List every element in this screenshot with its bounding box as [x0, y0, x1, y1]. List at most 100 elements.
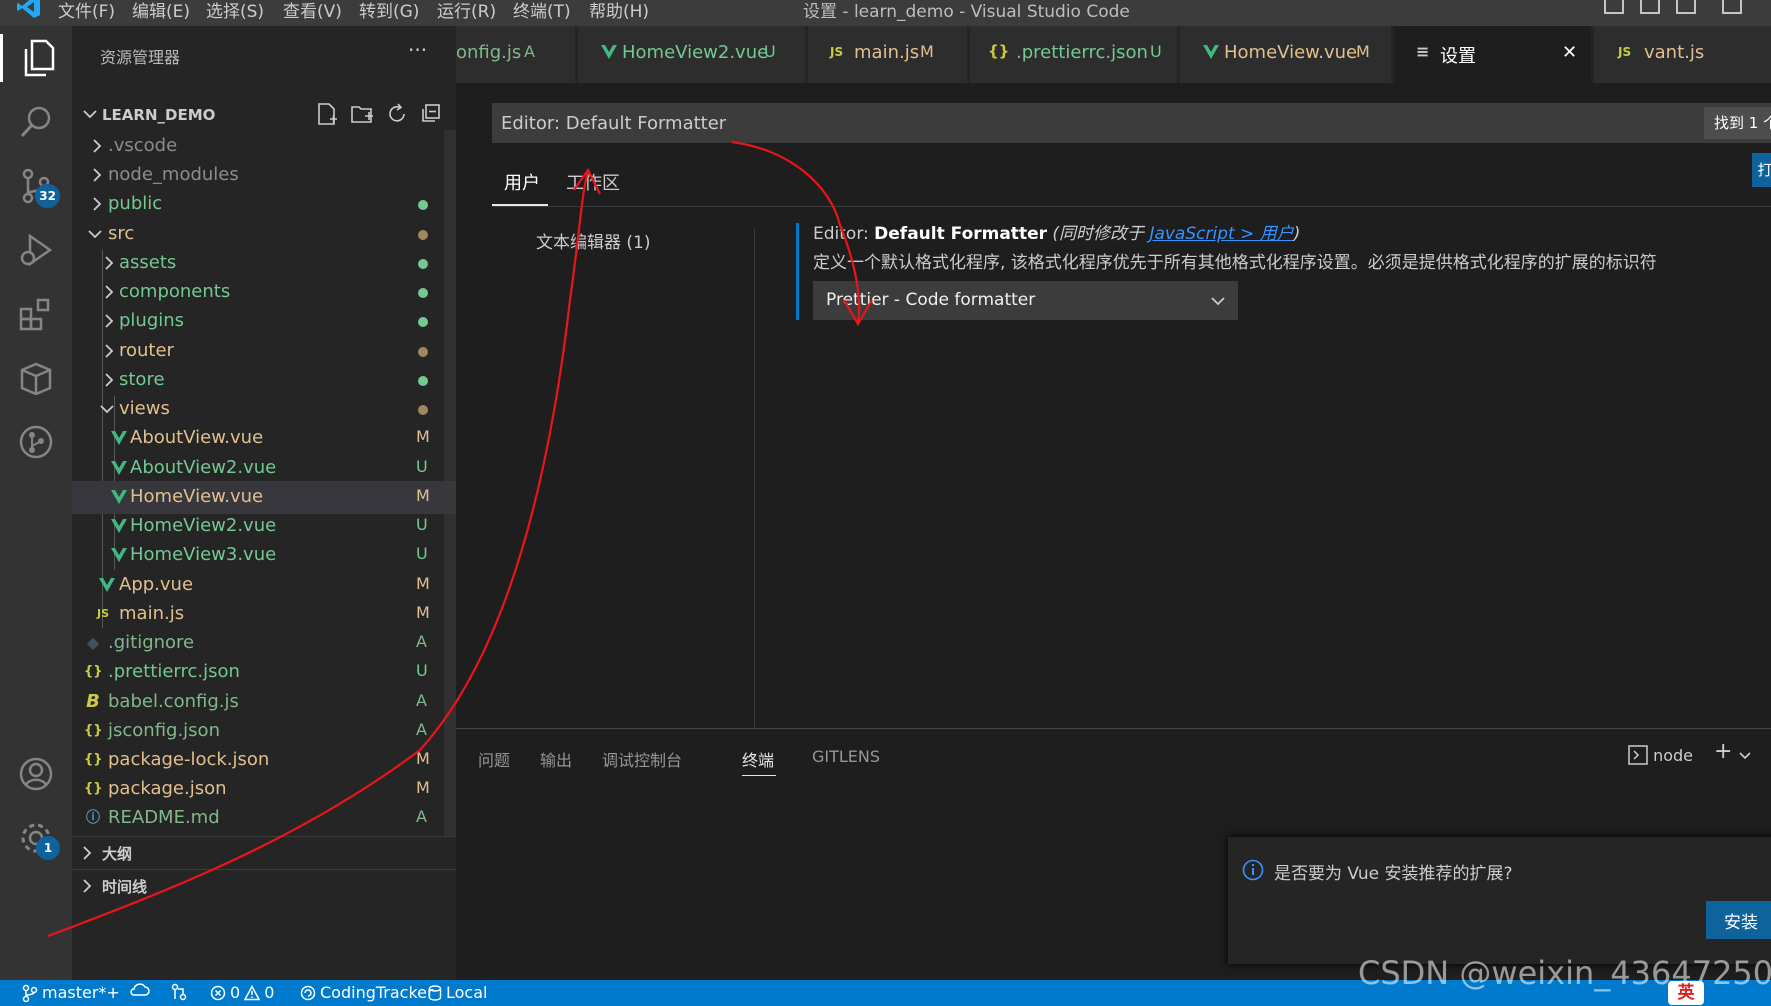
problems-status[interactable]: 0 0 [210, 983, 274, 1002]
tree-file-prettierrc[interactable]: {} .prettierrc.json U [72, 656, 456, 689]
chevron-right-icon [93, 168, 102, 182]
chevron-down-icon[interactable] [1738, 749, 1752, 763]
vue-file-icon [111, 548, 127, 562]
git-status: A [416, 691, 427, 710]
panel-tab-output[interactable]: 输出 [540, 747, 572, 771]
local-status[interactable]: Local [428, 983, 487, 1002]
tab-status: A [524, 42, 535, 61]
tab-status: M [1356, 42, 1370, 61]
outline-section-header[interactable]: 大纲 [72, 836, 456, 869]
menu-selection[interactable]: 选择(S) [206, 0, 264, 22]
new-terminal-icon[interactable]: + [1714, 739, 1732, 764]
default-formatter-select[interactable]: Prettier - Code formatter [813, 281, 1238, 320]
open-settings-json-button[interactable]: 打 [1752, 153, 1771, 187]
panel-tab-terminal[interactable]: 终端 [742, 747, 774, 771]
menu-go[interactable]: 转到(G) [359, 0, 419, 22]
sync-icon[interactable] [130, 983, 150, 999]
publish-icon[interactable] [170, 983, 188, 1001]
menu-terminal[interactable]: 终端(T) [513, 0, 571, 22]
manage-activity[interactable]: 1 [12, 814, 60, 862]
tree-label: node_modules [108, 164, 239, 185]
json-file-icon: {} [84, 781, 103, 796]
extensions-activity[interactable] [12, 290, 60, 338]
git-status: U [416, 661, 428, 680]
untracked-dot [418, 376, 428, 386]
tree-label: README.md [108, 807, 220, 828]
tree-file-aboutview[interactable]: AboutView.vue M [72, 422, 456, 455]
account-icon [19, 757, 53, 791]
search-activity[interactable] [12, 98, 60, 146]
tab-vant-js[interactable]: JS vant.js [1594, 26, 1771, 83]
refresh-icon[interactable] [386, 102, 408, 126]
collapse-all-icon[interactable] [420, 102, 442, 126]
chevron-down-icon [1211, 297, 1225, 306]
coding-tracker-status[interactable]: CodingTracker [300, 983, 434, 1002]
tree-file-homeview3[interactable]: HomeView3.vue U [72, 539, 456, 572]
tab-homeview2[interactable]: HomeView2.vue U [578, 26, 806, 83]
json-file-icon: {} [84, 664, 103, 679]
chevron-right-icon [93, 197, 102, 211]
toggle-sidebar-icon[interactable] [1604, 0, 1624, 14]
tab-user-settings[interactable]: 用户 [504, 169, 540, 195]
git-status: M [416, 749, 430, 768]
toggle-panel-icon[interactable] [1640, 0, 1660, 14]
explorer-scrollbar[interactable] [444, 130, 456, 836]
branch-status[interactable]: master*+ [22, 983, 120, 1002]
timeline-section-header[interactable]: 时间线 [72, 869, 456, 902]
project-section-header[interactable]: LEARN_DEMO [72, 100, 456, 130]
ime-indicator[interactable]: 英 [1668, 981, 1704, 1005]
close-icon[interactable]: ✕ [1562, 42, 1577, 63]
setting-modified-link[interactable]: JavaScript > 用户 [1149, 224, 1293, 244]
menu-file[interactable]: 文件(F) [58, 0, 115, 22]
menu-run[interactable]: 运行(R) [437, 0, 496, 22]
error-icon [210, 985, 226, 1000]
json-file-icon: {} [84, 723, 103, 738]
menu-view[interactable]: 查看(V) [283, 0, 342, 22]
chevron-right-icon [93, 139, 102, 153]
gitlens-activity[interactable] [12, 418, 60, 466]
toggle-secondary-sidebar-icon[interactable] [1676, 0, 1696, 14]
search-result-count: 找到 1 个 [1704, 107, 1771, 139]
tab-settings[interactable]: ≡ 设置 ✕ [1394, 26, 1592, 83]
panel-tab-gitlens[interactable]: GITLENS [812, 747, 880, 766]
tab-config-js[interactable]: onfig.js A [456, 26, 576, 83]
tab-prettierrc[interactable]: {} .prettierrc.json U [970, 26, 1178, 83]
tree-file-readme[interactable]: ⓘ README.md A [72, 802, 456, 835]
tab-status: U [1150, 42, 1162, 61]
tab-main-js[interactable]: JS main.js M [808, 26, 968, 83]
tree-folder-plugins[interactable]: plugins [72, 305, 456, 338]
menu-edit[interactable]: 编辑(E) [132, 0, 190, 22]
vue-file-icon [99, 578, 115, 592]
explorer-activity[interactable] [0, 34, 72, 82]
accounts-activity[interactable] [12, 750, 60, 798]
customize-layout-icon[interactable] [1722, 0, 1742, 14]
explorer-header: 资源管理器 [100, 48, 181, 67]
tab-homeview[interactable]: HomeView.vue M [1180, 26, 1392, 83]
install-button[interactable]: 安装 [1706, 901, 1771, 939]
terminal-selector[interactable]: node [1628, 745, 1693, 765]
chevron-right-icon [105, 344, 114, 358]
database-icon [428, 984, 442, 1001]
settings-tabs-divider [492, 206, 1771, 207]
toc-text-editor[interactable]: 文本编辑器 (1) [536, 228, 650, 253]
panel-tab-debug-console[interactable]: 调试控制台 [602, 747, 682, 771]
git-branch-icon [22, 984, 38, 1002]
panel-tab-problems[interactable]: 问题 [478, 747, 510, 771]
tab-workspace-settings[interactable]: 工作区 [566, 169, 620, 195]
remote-explorer-activity[interactable] [12, 354, 60, 402]
tab-status: M [920, 42, 934, 61]
more-actions-button[interactable]: ··· [408, 38, 427, 62]
tree-folder-public[interactable]: public [72, 188, 456, 221]
timeline-title: 时间线 [102, 878, 148, 896]
vue-file-icon [601, 45, 617, 59]
new-folder-icon[interactable] [350, 102, 374, 126]
editor-tabs: onfig.js A HomeView2.vue U JS main.js M … [456, 26, 1771, 83]
search-icon [20, 106, 51, 138]
setting-category: Editor: [813, 224, 875, 244]
run-debug-activity[interactable] [12, 226, 60, 274]
settings-search-input[interactable] [492, 103, 1771, 143]
source-control-activity[interactable]: 32 [12, 162, 60, 210]
menu-help[interactable]: 帮助(H) [589, 0, 649, 22]
new-file-icon[interactable] [316, 102, 338, 126]
gitlens-icon [19, 425, 53, 459]
